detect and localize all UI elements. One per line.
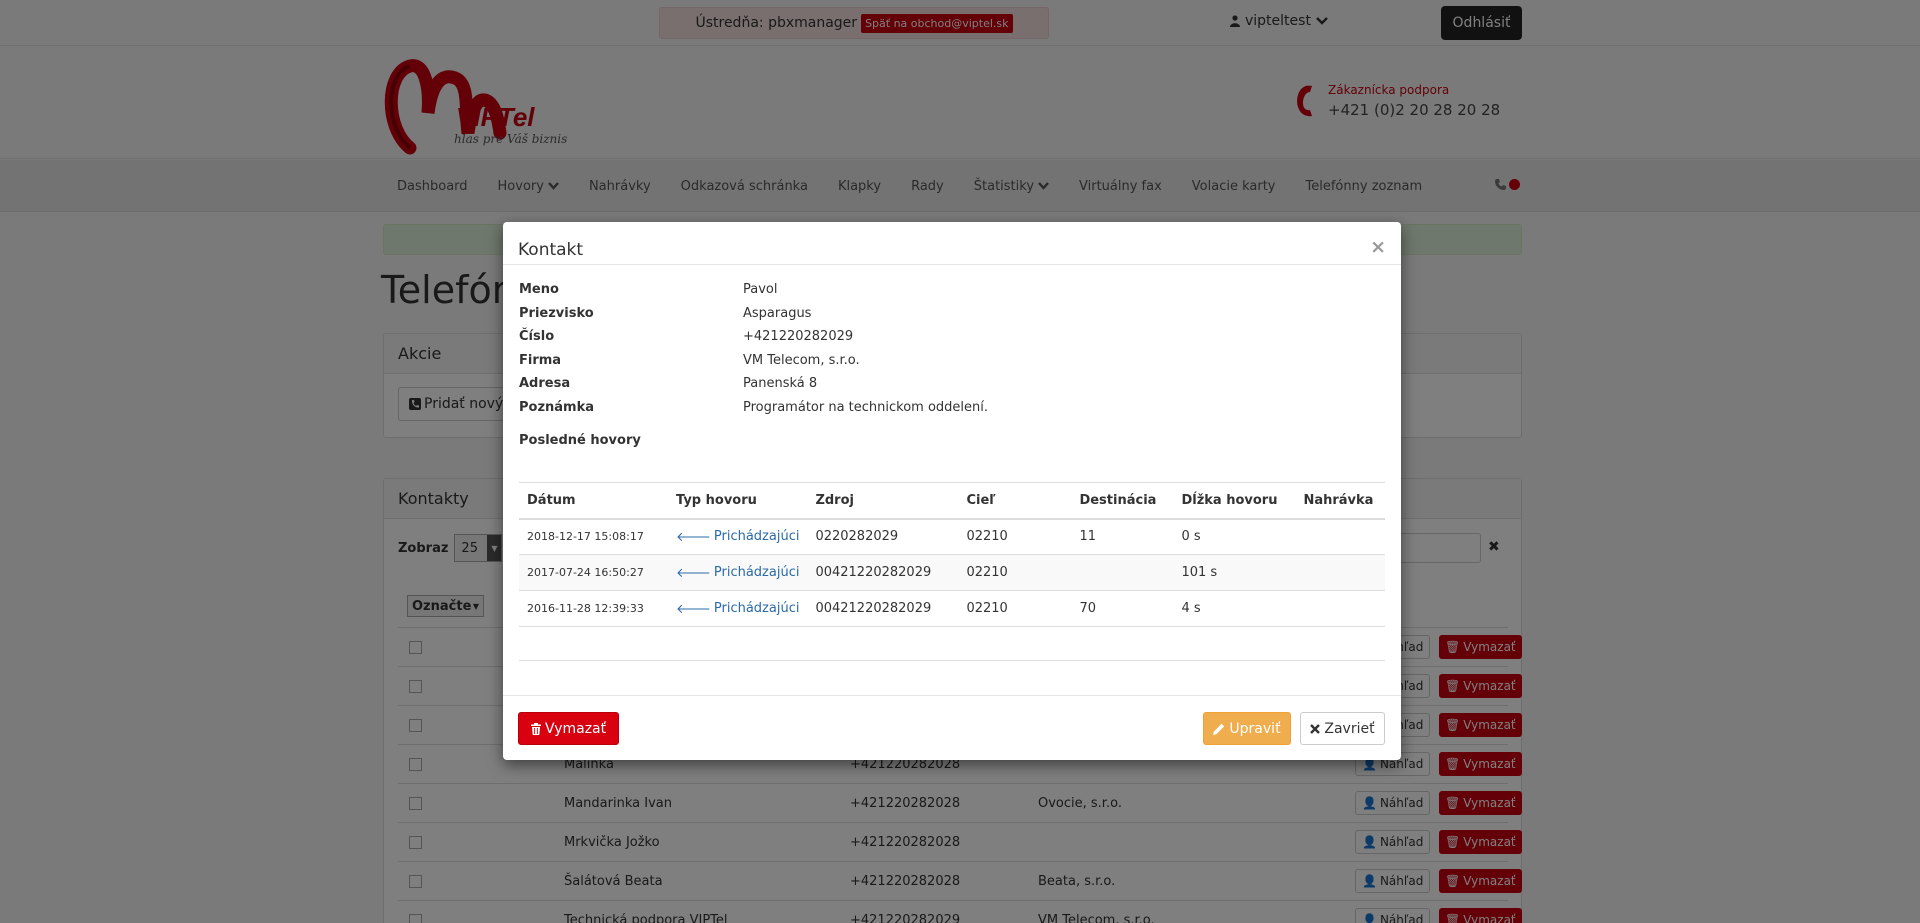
field-label-poznamka: Poznámka <box>519 400 595 415</box>
pencil-icon <box>1213 723 1225 735</box>
arrow-left-icon: 🡐 <box>676 529 711 545</box>
table-row: 2017-07-24 16:50:27 🡐 Prichádzajúci 00421… <box>519 554 1385 591</box>
field-value-adresa: Panenská 8 <box>743 376 818 391</box>
call-recording <box>1295 590 1385 627</box>
delete-contact-button[interactable]: Vymazať <box>518 712 620 745</box>
call-destination: 70 <box>1071 590 1174 627</box>
col-target[interactable]: Cieľ <box>958 482 1072 520</box>
recent-calls-label: Posledné hovory <box>519 433 641 448</box>
field-value-priezvisko: Asparagus <box>743 306 812 321</box>
close-icon[interactable]: × <box>1370 236 1386 258</box>
field-value-cislo: +421220282029 <box>743 329 854 344</box>
call-type-label: Prichádzajúci <box>713 565 800 580</box>
call-duration: 4 s <box>1173 590 1296 627</box>
call-target: 02210 <box>958 518 1072 555</box>
arrow-left-icon: 🡐 <box>676 601 711 617</box>
field-label-adresa: Adresa <box>519 376 571 391</box>
call-recording <box>1295 518 1385 555</box>
modal-title: Kontakt <box>518 240 584 260</box>
col-date[interactable]: Dátum <box>519 482 668 520</box>
call-destination <box>1071 554 1174 591</box>
call-source: 00421220282029 <box>807 554 959 591</box>
edit-contact-label: Upraviť <box>1229 720 1281 737</box>
col-source[interactable]: Zdroj <box>807 482 959 520</box>
call-date: 2016-11-28 12:39:33 <box>519 590 668 627</box>
col-destination[interactable]: Destinácia <box>1071 482 1174 520</box>
contact-modal: Kontakt × Meno Pavol Priezvisko Asparagu… <box>503 222 1401 760</box>
field-label-priezvisko: Priezvisko <box>519 306 594 321</box>
table-row: 2016-11-28 12:39:33 🡐 Prichádzajúci 00421… <box>519 590 1385 627</box>
call-recording <box>1295 554 1385 591</box>
col-duration[interactable]: Dĺžka hovoru <box>1173 482 1296 520</box>
close-icon <box>1310 723 1321 734</box>
call-type[interactable]: 🡐 Prichádzajúci <box>668 518 808 555</box>
table-bottom-divider <box>519 660 1385 661</box>
call-date: 2017-07-24 16:50:27 <box>519 554 668 591</box>
call-destination: 11 <box>1071 518 1174 555</box>
table-row: 2018-12-17 15:08:17 🡐 Prichádzajúci 02202… <box>519 518 1385 555</box>
recent-calls-table: Dátum Typ hovoru Zdroj Cieľ Destinácia D… <box>519 482 1385 627</box>
call-source: 00421220282029 <box>807 590 959 627</box>
trash-icon <box>531 722 541 735</box>
call-type[interactable]: 🡐 Prichádzajúci <box>668 590 808 627</box>
field-value-poznamka: Programátor na technickom oddelení. <box>743 400 989 415</box>
arrow-left-icon: 🡐 <box>676 565 711 581</box>
call-source: 0220282029 <box>807 518 959 555</box>
call-duration: 101 s <box>1173 554 1296 591</box>
call-type[interactable]: 🡐 Prichádzajúci <box>668 554 808 591</box>
col-recording[interactable]: Nahrávka <box>1295 482 1385 520</box>
modal-header-divider <box>503 264 1401 265</box>
close-modal-label: Zavrieť <box>1324 720 1375 737</box>
call-target: 02210 <box>958 590 1072 627</box>
close-modal-button[interactable]: Zavrieť <box>1300 712 1385 745</box>
call-target: 02210 <box>958 554 1072 591</box>
field-label-meno: Meno <box>519 282 559 297</box>
call-duration: 0 s <box>1173 518 1296 555</box>
table-header-row: Dátum Typ hovoru Zdroj Cieľ Destinácia D… <box>519 482 1385 520</box>
edit-contact-button[interactable]: Upraviť <box>1203 712 1291 745</box>
field-label-firma: Firma <box>519 353 562 368</box>
field-label-cislo: Číslo <box>519 329 555 344</box>
field-value-meno: Pavol <box>743 282 778 297</box>
call-type-label: Prichádzajúci <box>713 529 800 545</box>
delete-contact-label: Vymazať <box>545 720 607 737</box>
field-value-firma: VM Telecom, s.r.o. <box>743 353 860 368</box>
modal-footer-divider <box>503 695 1401 696</box>
col-call-type[interactable]: Typ hovoru <box>668 482 808 520</box>
call-date: 2018-12-17 15:08:17 <box>519 518 668 555</box>
call-type-label: Prichádzajúci <box>713 601 800 616</box>
